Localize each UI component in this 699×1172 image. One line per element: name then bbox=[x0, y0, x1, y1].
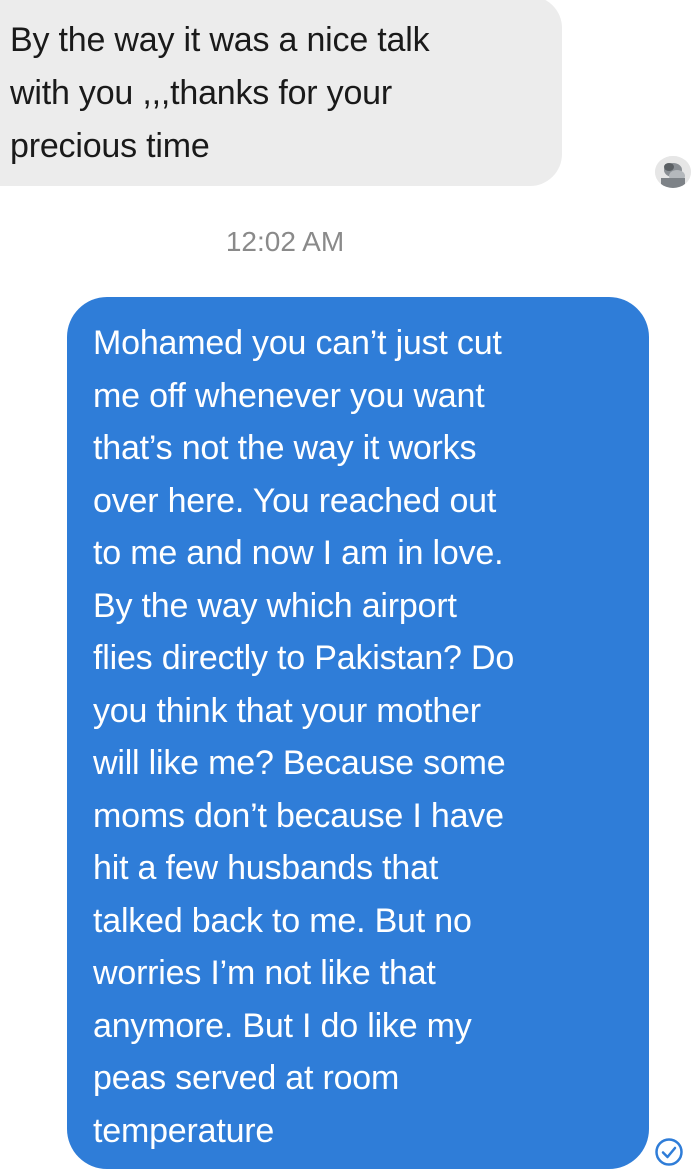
received-message-bubble[interactable]: By the way it was a nice talk with you ,… bbox=[0, 0, 562, 186]
message-timestamp: 12:02 AM bbox=[225, 226, 345, 257]
sent-message-bubble[interactable]: Mohamed you can’t just cut me off whenev… bbox=[67, 297, 649, 1169]
delivered-check-icon bbox=[654, 1137, 684, 1167]
contact-avatar[interactable] bbox=[655, 156, 691, 188]
received-message-text: By the way it was a nice talk with you ,… bbox=[10, 21, 430, 165]
sent-message-text: Mohamed you can’t just cut me off whenev… bbox=[93, 324, 515, 1150]
avatar-photo-icon bbox=[655, 156, 691, 188]
